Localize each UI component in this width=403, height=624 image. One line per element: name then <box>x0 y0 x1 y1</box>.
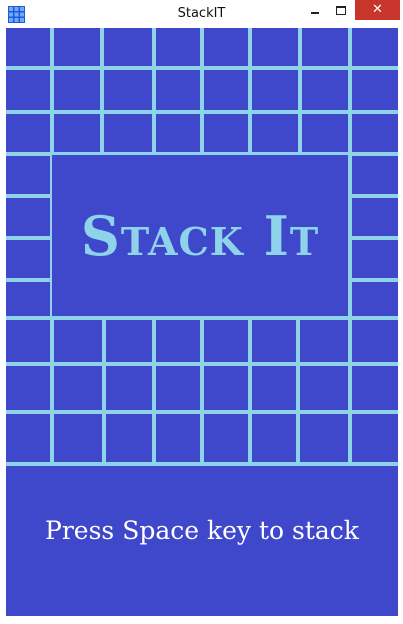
grid-line <box>298 28 302 154</box>
grid-line <box>200 28 204 154</box>
grid-line <box>102 318 106 464</box>
window-bottom-edge <box>0 616 403 624</box>
minimize-button[interactable] <box>302 0 328 20</box>
close-button[interactable]: ✕ <box>355 0 400 20</box>
grid-line <box>152 28 156 154</box>
grid-line <box>200 318 204 464</box>
start-prompt: Press Space key to stack <box>45 516 359 545</box>
app-window: StackIT ✕ Stack It Press Space key to st… <box>0 0 403 624</box>
title-bar[interactable]: StackIT ✕ <box>0 0 403 28</box>
grid-line <box>248 28 252 154</box>
grid-line <box>350 278 398 282</box>
grid-line <box>6 236 52 240</box>
grid-line <box>350 236 398 240</box>
game-canvas[interactable]: Stack It Press Space key to stack <box>6 28 398 616</box>
grid-line <box>50 28 54 154</box>
close-icon: ✕ <box>372 2 383 17</box>
grid-line <box>152 318 156 464</box>
grid-line <box>350 194 398 198</box>
grid-line <box>100 28 104 154</box>
grid-line <box>296 318 300 464</box>
grid-line <box>50 318 54 464</box>
grid-line <box>248 318 252 464</box>
maximize-icon <box>336 5 346 15</box>
maximize-button[interactable] <box>328 0 354 20</box>
grid-line <box>348 318 352 464</box>
grid-line <box>348 28 352 154</box>
grid-line <box>6 278 52 282</box>
minimize-icon <box>311 12 319 14</box>
grid-line <box>6 194 52 198</box>
title-panel: Stack It <box>52 155 348 316</box>
game-title: Stack It <box>80 203 320 268</box>
